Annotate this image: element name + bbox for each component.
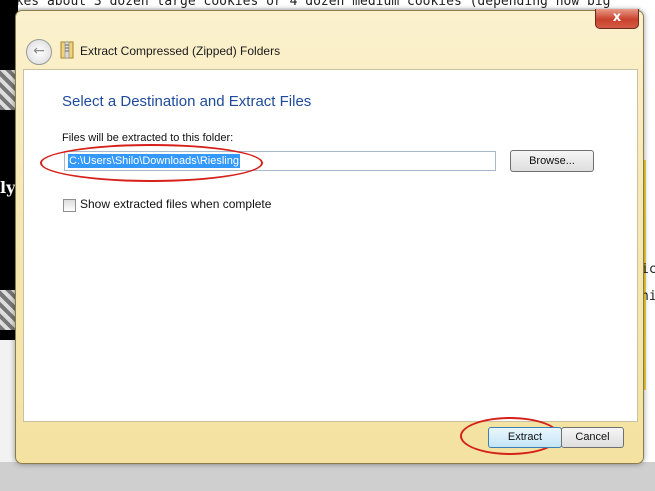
back-button[interactable]: ← (26, 39, 52, 65)
show-files-checkbox-label[interactable]: Show extracted files when complete (80, 197, 271, 211)
annotation-oval-path (40, 144, 263, 182)
back-arrow-icon: ← (33, 43, 45, 59)
close-icon: x (612, 10, 622, 25)
cancel-button[interactable]: Cancel (561, 427, 624, 448)
close-button[interactable]: x (595, 9, 639, 29)
extract-button[interactable]: Extract (488, 427, 562, 448)
destination-label: Files will be extracted to this folder: (62, 132, 234, 144)
background-bottom-strip (0, 462, 655, 491)
show-files-checkbox[interactable] (63, 199, 76, 212)
extract-dialog-window: x ← Extract Compressed (Zipped) Folders … (15, 9, 644, 464)
dialog-content-panel: Select a Destination and Extract Files F… (23, 69, 638, 422)
background-left-text: ly (0, 178, 16, 197)
background-document-text: makes about 3 dozen large cookies or 4 d… (0, 0, 655, 8)
window-title: Extract Compressed (Zipped) Folders (80, 44, 281, 58)
zip-folder-icon (60, 41, 74, 59)
browse-button[interactable]: Browse... (510, 150, 594, 172)
dialog-heading: Select a Destination and Extract Files (62, 93, 312, 110)
